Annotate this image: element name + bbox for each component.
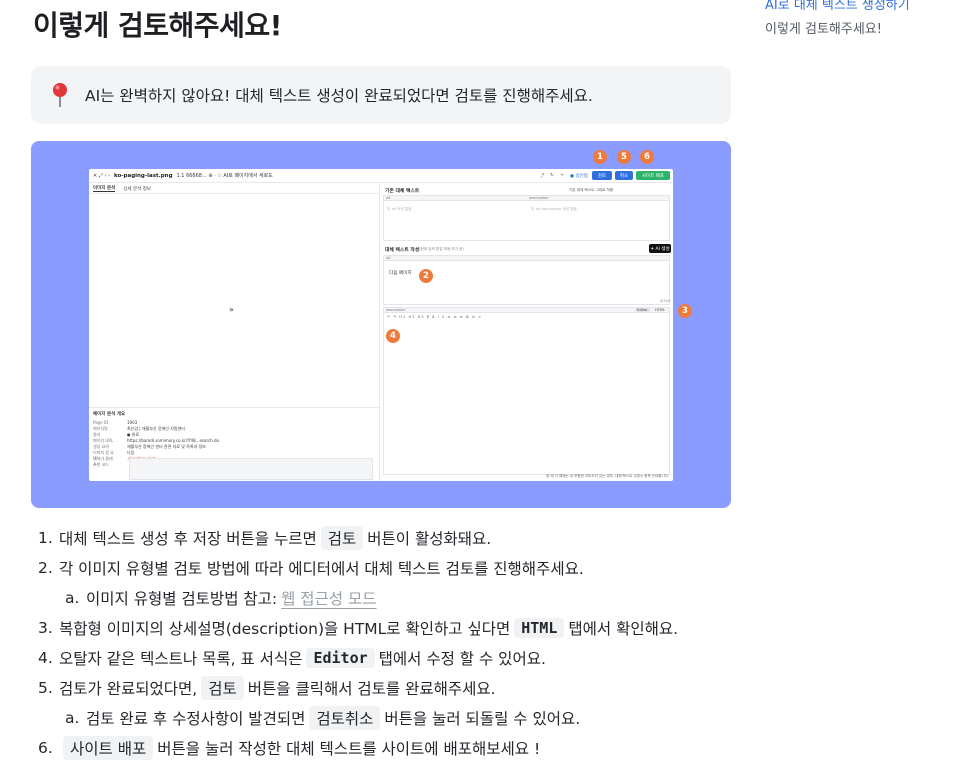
web-accessibility-mode-link[interactable]: 웹 접근성 모드: [281, 587, 376, 609]
hero-screenshot-frame: ✕ ⤢ ‹ › ko-paging-last.png 1.1 66668... …: [31, 141, 731, 508]
existing-alt-box: [383, 195, 670, 241]
toc-item-current[interactable]: 이렇게 검토해주세요!: [765, 18, 910, 37]
step-badge-2: 2: [419, 269, 433, 283]
cancel-button[interactable]: 취소: [615, 171, 633, 180]
list-item: a. 검토 완료 후 수정사항이 발견되면 검토취소 버튼을 눌러 되돌릴 수 …: [38, 703, 758, 733]
window-controls-icon: ✕ ⤢ ‹ ›: [93, 172, 110, 179]
alt-input-header: alt: [384, 256, 669, 261]
page-title: 이렇게 검토해주세요!: [33, 9, 282, 42]
tab-image-analysis[interactable]: 이미지 분석: [93, 185, 116, 192]
list-item: 1. 대체 텍스트 생성 후 저장 버튼을 누르면 검토 버튼이 활성화돼요.: [38, 523, 758, 553]
step-badge-6: 6: [640, 150, 654, 164]
description-editor-header: description: [384, 308, 669, 313]
html-chip: HTML: [514, 618, 565, 638]
pane-divider[interactable]: [379, 183, 380, 481]
toc-link-ai-alt-text[interactable]: AI로 대체 텍스트 생성하기: [765, 0, 910, 13]
screenshot-footnote: 참 제 가 예제는 내 포함한 이미지이 있는 경우, 대체 텍스트 수정시 항…: [546, 474, 669, 478]
review-chip: 검토: [320, 526, 364, 550]
alt-placeholder: 무 alt 속성 없음: [387, 207, 412, 211]
file-name: ko-paging-last.png: [113, 172, 173, 179]
step-badge-4: 4: [386, 329, 400, 343]
status-badge: ● 승인됨: [570, 173, 588, 179]
description-header: description: [527, 196, 669, 201]
list-item: a. 이미지 유형별 검토방법 참고: 웹 접근성 모드: [65, 587, 377, 609]
list-item: 5. 검토가 완료되었다면, 검토 버튼을 클릭해서 검토를 완료해주세요.: [38, 673, 758, 703]
deploy-button[interactable]: 사이트 배포: [636, 171, 670, 180]
alt-header: alt: [384, 196, 527, 201]
code-snippet: [129, 458, 373, 480]
step-badge-3: 3: [678, 304, 692, 318]
description-editor[interactable]: [383, 307, 670, 475]
formatting-toolbar[interactable]: ↶ ↷ H1 H2 H3 ⁋ B I S ≡ ≡ ≡ ⊞ ⊘ ∞: [387, 315, 482, 319]
expand-icon[interactable]: »: [229, 305, 234, 314]
apply-existing-button[interactable]: 기존 대체 텍스트 그대로 적용: [569, 188, 613, 193]
review-button[interactable]: 검토: [592, 171, 612, 180]
review-cancel-chip: 검토취소: [309, 706, 381, 730]
callout-text: AI는 완벽하지 않아요! 대체 텍스트 생성이 완료되었다면 검토를 진행해주…: [85, 87, 593, 105]
meta-title: 페이지 분석 개요: [93, 412, 126, 417]
site-deploy-chip: 사이트 배포: [63, 736, 154, 760]
app-screenshot: ✕ ⤢ ‹ › ko-paging-last.png 1.1 66668... …: [89, 169, 673, 481]
list-item: 2. 각 이미지 유형별 검토 방법에 따라 에디터에서 대체 텍스트 검토를 …: [38, 559, 584, 578]
tab-html[interactable]: HTML: [655, 308, 665, 312]
left-tabs: 이미지 분석 상세 분석 정보: [89, 184, 379, 194]
review-chip: 검토: [201, 676, 244, 700]
toolbar-info: 1.1 66668... ⊕ · ☆ AI로 페이지에서 새로도: [176, 173, 273, 179]
list-item: 3. 복합형 이미지의 상세설명(description)을 HTML로 확인하…: [38, 618, 679, 638]
pin-icon: [51, 82, 69, 108]
history-icon[interactable]: ↻: [549, 171, 555, 180]
existing-alt-title: 기존 대체 텍스트: [385, 189, 420, 194]
review-steps-list: 1. 대체 텍스트 생성 후 저장 버튼을 누르면 검토 버튼이 활성화돼요. …: [38, 523, 758, 763]
write-alt-title: 대체 텍스트 작성: [385, 248, 420, 253]
list-item: 4. 오탈자 같은 텍스트나 목록, 표 서식은 Editor 탭에서 수정 할…: [38, 648, 546, 668]
editor-chip: Editor: [306, 648, 375, 668]
add-icon[interactable]: +: [559, 171, 565, 180]
char-counter: 4/150: [660, 299, 671, 303]
step-badge-1: 1: [593, 150, 607, 164]
description-placeholder: 무 alt-description 속성 없음: [531, 207, 577, 211]
table-of-contents: AI로 대체 텍스트 생성하기 이렇게 검토해주세요!: [765, 0, 910, 37]
step-badge-5: 5: [617, 150, 631, 164]
write-alt-hint: (현재 입력 편집 허용 보기 중): [419, 247, 464, 251]
callout: AI는 완벽하지 않아요! 대체 텍스트 생성이 완료되었다면 검토를 진행해주…: [31, 66, 731, 124]
tab-editor[interactable]: Editor: [635, 308, 650, 312]
page-meta-panel: 페이지 분석 개요 Page ID 1903 페이지명 최신업 | 재활부산 장애인…: [89, 407, 379, 481]
tab-detail-info[interactable]: 상세 분석 정보: [123, 186, 151, 192]
image-preview-pane: »: [89, 195, 379, 375]
list-item: 6. 사이트 배포 버튼을 눌러 작성한 대체 텍스트를 사이트에 배포해보세요…: [38, 733, 758, 763]
alt-input-value: 다음 페이지: [389, 271, 412, 276]
ai-generate-button[interactable]: ✦ AI 생성: [649, 244, 671, 253]
share-icon[interactable]: ⤴: [539, 171, 545, 180]
